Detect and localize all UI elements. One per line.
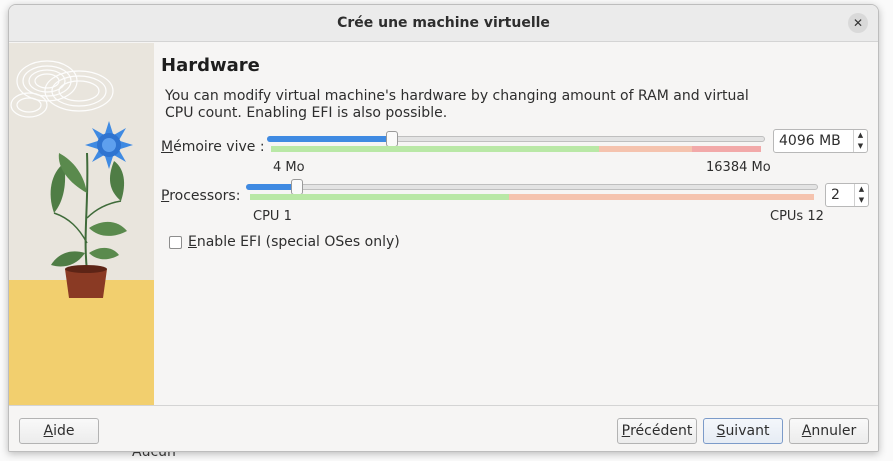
memory-value[interactable]: 4096 MB (779, 133, 841, 149)
titlebar: Crée une machine virtuelle ✕ (9, 5, 878, 42)
memory-zone-ok (271, 146, 600, 152)
processors-slider[interactable] (246, 179, 818, 200)
memory-zone-danger (692, 146, 761, 152)
close-icon: ✕ (852, 16, 864, 30)
processors-spin-arrows: ▲ ▼ (854, 184, 868, 206)
help-button[interactable]: Aide (19, 418, 99, 444)
cancel-button[interactable]: Annuler (789, 418, 869, 444)
processors-zone-warning (509, 194, 814, 200)
memory-spinbox[interactable]: 4096 MB ▲ ▼ (773, 129, 868, 153)
efi-label[interactable]: Enable EFI (special OSes only) (188, 234, 400, 250)
next-button[interactable]: Suivant (703, 418, 783, 444)
page-description: You can modify virtual machine's hardwar… (165, 88, 749, 121)
processors-slider-zones (250, 194, 814, 200)
cancel-label: nnuler (811, 423, 857, 439)
memory-slider-fill (267, 136, 392, 142)
memory-slider-handle[interactable] (385, 131, 398, 147)
close-button[interactable]: ✕ (848, 13, 868, 33)
processors-slider-handle[interactable] (291, 179, 304, 195)
memory-max-label: 16384 Mo (706, 160, 771, 175)
memory-label-text: émoire vive : (173, 139, 265, 155)
memory-spin-arrows: ▲ ▼ (853, 130, 867, 152)
plant-illustration (10, 60, 133, 298)
memory-label: Mémoire vive : (161, 139, 265, 155)
processors-slider-track (246, 184, 818, 190)
next-label: uivant (725, 423, 770, 439)
button-bar: Aide Précédent Suivant Annuler (9, 405, 878, 451)
page-title: Hardware (161, 55, 260, 76)
memory-increase-icon[interactable]: ▲ (854, 130, 867, 141)
processors-zone-ok (250, 194, 510, 200)
processors-value[interactable]: 2 (831, 187, 840, 203)
window-title: Crée une machine virtuelle (337, 15, 550, 31)
processors-increase-icon[interactable]: ▲ (855, 184, 868, 195)
wizard-illustration (9, 43, 154, 407)
hardware-page: Hardware You can modify virtual machine'… (161, 43, 878, 407)
efi-label-mnemonic: E (188, 234, 197, 250)
create-vm-dialog: Crée une machine virtuelle ✕ Hardware Yo… (8, 4, 879, 452)
back-mnemonic: P (621, 423, 631, 439)
efi-checkbox[interactable] (169, 235, 182, 249)
processors-spinbox[interactable]: 2 ▲ ▼ (825, 183, 869, 207)
processors-min-label: CPU 1 (253, 209, 292, 224)
help-mnemonic: A (43, 423, 54, 439)
back-button[interactable]: Précédent (617, 418, 697, 444)
processors-decrease-icon[interactable]: ▼ (855, 195, 868, 206)
processors-label-mnemonic: P (161, 188, 170, 204)
efi-label-text: nable EFI (special OSes only) (196, 234, 400, 250)
help-label: ide (53, 423, 75, 439)
cancel-mnemonic: A (801, 423, 812, 439)
processors-slider-fill (246, 184, 298, 190)
memory-decrease-icon[interactable]: ▼ (854, 141, 867, 152)
back-label: récédent (630, 423, 693, 439)
memory-label-mnemonic: M (161, 139, 174, 155)
memory-slider[interactable] (267, 131, 765, 152)
processors-label-text: rocessors: (169, 188, 241, 204)
memory-slider-zones (271, 146, 761, 152)
processors-label: Processors: (161, 188, 240, 204)
efi-option[interactable]: Enable EFI (special OSes only) (169, 234, 400, 250)
next-mnemonic: S (716, 423, 726, 439)
memory-min-label: 4 Mo (273, 160, 305, 175)
processors-max-label: CPUs 12 (770, 209, 824, 224)
memory-zone-warning (599, 146, 693, 152)
